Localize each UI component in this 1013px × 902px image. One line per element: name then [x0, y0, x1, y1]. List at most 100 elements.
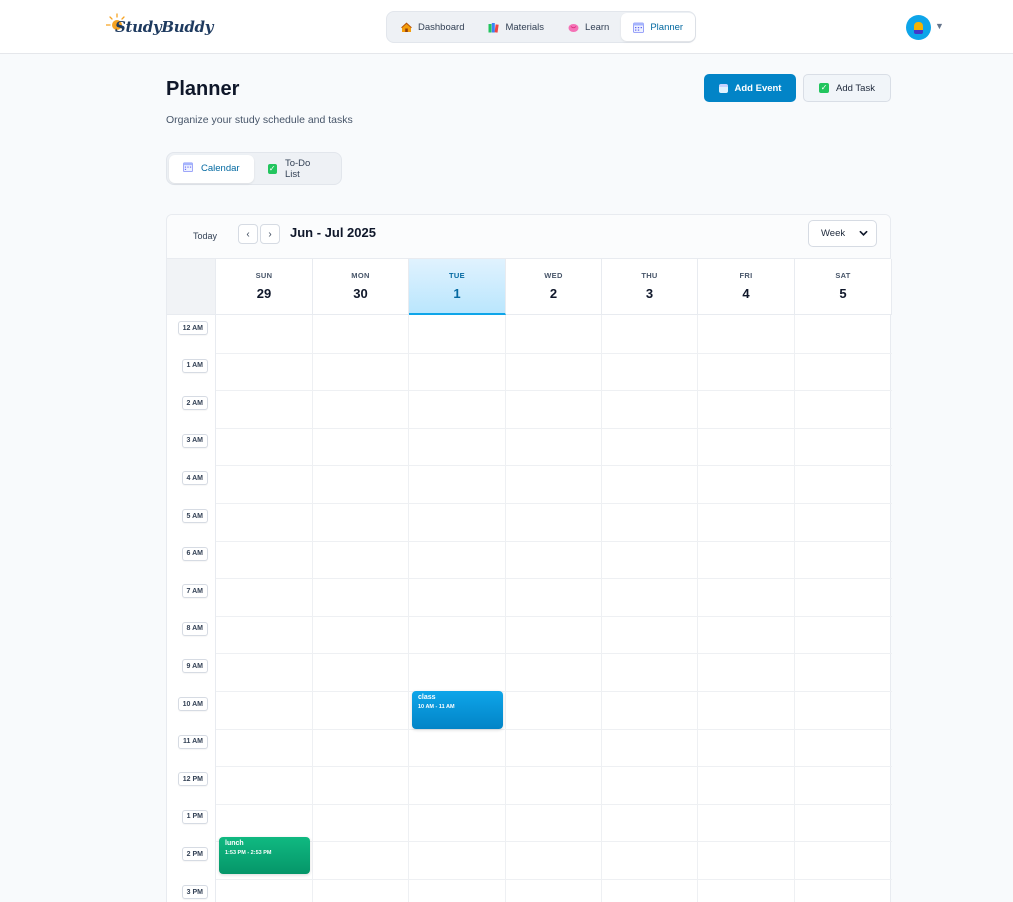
add-event-label: Add Event	[734, 82, 782, 94]
day-header-sat[interactable]: SAT 5	[795, 259, 892, 315]
time-label: 3 AM	[181, 433, 208, 448]
time-label: 5 AM	[181, 509, 208, 523]
day-name: SUN	[255, 271, 273, 280]
hour-gridline	[216, 427, 892, 429]
add-task-label: Add Task	[836, 82, 875, 94]
books-icon	[488, 22, 500, 33]
hour-gridline	[216, 766, 892, 768]
calendar-toolbar: Today ‹ › Jun - Jul 2025 Week	[167, 215, 890, 259]
time-label: 6 AM	[181, 546, 208, 561]
page-title: Planner	[166, 78, 240, 100]
day-header-fri[interactable]: FRI 4	[698, 259, 795, 315]
hour-gridline	[216, 728, 892, 730]
house-icon	[401, 22, 412, 33]
day-header-tue[interactable]: TUE 1	[409, 259, 506, 315]
checkbox-icon: ✓	[819, 83, 830, 93]
day-header-wed[interactable]: WED 2	[506, 259, 602, 315]
next-week-button[interactable]: ›	[260, 224, 280, 244]
prev-week-button[interactable]: ‹	[238, 224, 258, 244]
event-time: 10 AM - 11 AM	[418, 704, 455, 710]
day-name: SAT	[835, 271, 851, 280]
day-gridline	[601, 315, 602, 902]
day-gridline	[794, 315, 795, 902]
hour-gridline	[216, 841, 892, 843]
checkbox-icon: ✓	[267, 163, 277, 174]
event-title: class	[418, 694, 436, 701]
top-navbar: StudyBuddy Dashboard Materials Learn Pla…	[0, 0, 1013, 54]
tab-todo-list[interactable]: ✓ To-Do List	[254, 155, 339, 183]
nav-dashboard-label: Dashboard	[418, 21, 465, 33]
nav-learn[interactable]: Learn	[556, 13, 621, 41]
day-number: 2	[549, 286, 558, 301]
brain-icon	[568, 22, 579, 33]
day-number: 4	[742, 286, 750, 301]
hour-gridline	[216, 879, 892, 880]
time-label: 7 AM	[181, 584, 208, 599]
nav-planner-label: Planner	[650, 21, 684, 33]
time-label: 8 AM	[181, 621, 208, 636]
tab-todo-label: To-Do List	[284, 157, 311, 180]
hour-gridline	[216, 465, 892, 467]
day-name: TUE	[449, 271, 465, 280]
avatar[interactable]	[906, 15, 931, 40]
time-label: 2 AM	[181, 396, 208, 411]
hour-gridline	[216, 691, 892, 692]
time-label: 4 AM	[181, 471, 208, 486]
hour-gridline	[216, 653, 892, 655]
day-number: 1	[453, 286, 461, 301]
time-label: 9 AM	[181, 659, 208, 674]
nav-materials[interactable]: Materials	[476, 13, 556, 41]
time-label: 1 PM	[181, 809, 208, 824]
hour-gridline	[216, 503, 892, 504]
view-tabs: Calendar ✓ To-Do List	[166, 152, 342, 185]
calendar-icon	[633, 22, 645, 33]
tab-calendar-label: Calendar	[201, 163, 240, 174]
hour-gridline	[216, 803, 892, 805]
view-select[interactable]: Week	[808, 220, 877, 247]
day-number: 3	[645, 286, 654, 301]
day-number: 29	[256, 286, 272, 301]
event-time: 1:53 PM - 2:53 PM	[225, 849, 272, 856]
time-label: 12 PM	[177, 772, 208, 787]
day-gridline	[312, 315, 313, 902]
time-column: 12 AM 1 AM 2 AM 3 AM 4 AM 5 AM 6 AM 7 AM 8 AM 9 A…	[167, 315, 216, 902]
day-gridline	[697, 315, 698, 902]
date-range-title: Jun - Jul 2025	[290, 225, 376, 240]
time-label: 2 PM	[181, 847, 208, 862]
day-name: MON	[351, 271, 370, 280]
main-nav: Dashboard Materials Learn Planner	[386, 11, 696, 43]
logo-text: StudyBuddy	[115, 18, 214, 36]
nav-dashboard[interactable]: Dashboard	[389, 13, 476, 41]
time-label: 10 AM	[177, 697, 208, 711]
time-label: 11 AM	[178, 734, 208, 749]
day-header-thu[interactable]: THU 3	[602, 259, 698, 315]
time-label: 12 AM	[177, 321, 208, 335]
day-name: FRI	[739, 271, 753, 280]
chevron-down-icon[interactable]: ▼	[935, 21, 944, 31]
event-title: lunch	[225, 839, 244, 847]
hour-gridline	[216, 615, 892, 617]
event-lunch[interactable]: lunch 1:53 PM - 2:53 PM	[219, 836, 310, 875]
day-name: WED	[544, 271, 563, 280]
calendar-panel: Today ‹ › Jun - Jul 2025 Week SUN 29 MON 30…	[166, 214, 892, 902]
day-name: THU	[641, 271, 658, 280]
tab-calendar[interactable]: Calendar	[169, 154, 254, 183]
event-class[interactable]: class 10 AM - 11 AM	[412, 691, 503, 729]
page-subtitle: Organize your study schedule and tasks	[166, 114, 353, 126]
add-event-button[interactable]: Add Event	[704, 74, 796, 102]
chevron-down-icon	[859, 230, 868, 236]
calendar-icon	[718, 83, 728, 93]
studybuddy-logo[interactable]: StudyBuddy	[106, 13, 213, 41]
today-button[interactable]: Today	[185, 226, 225, 246]
nav-planner[interactable]: Planner	[621, 13, 696, 41]
time-label: 3 PM	[181, 885, 208, 899]
time-label: 1 AM	[181, 358, 208, 373]
add-task-button[interactable]: ✓ Add Task	[803, 74, 891, 102]
day-number: 5	[839, 286, 847, 301]
view-select-value: Week	[821, 228, 846, 239]
hour-gridline	[216, 578, 892, 580]
day-header-mon[interactable]: MON 30	[313, 259, 409, 315]
grid-corner	[167, 259, 216, 315]
calendar-icon	[183, 162, 193, 175]
day-header-sun[interactable]: SUN 29	[216, 259, 313, 315]
